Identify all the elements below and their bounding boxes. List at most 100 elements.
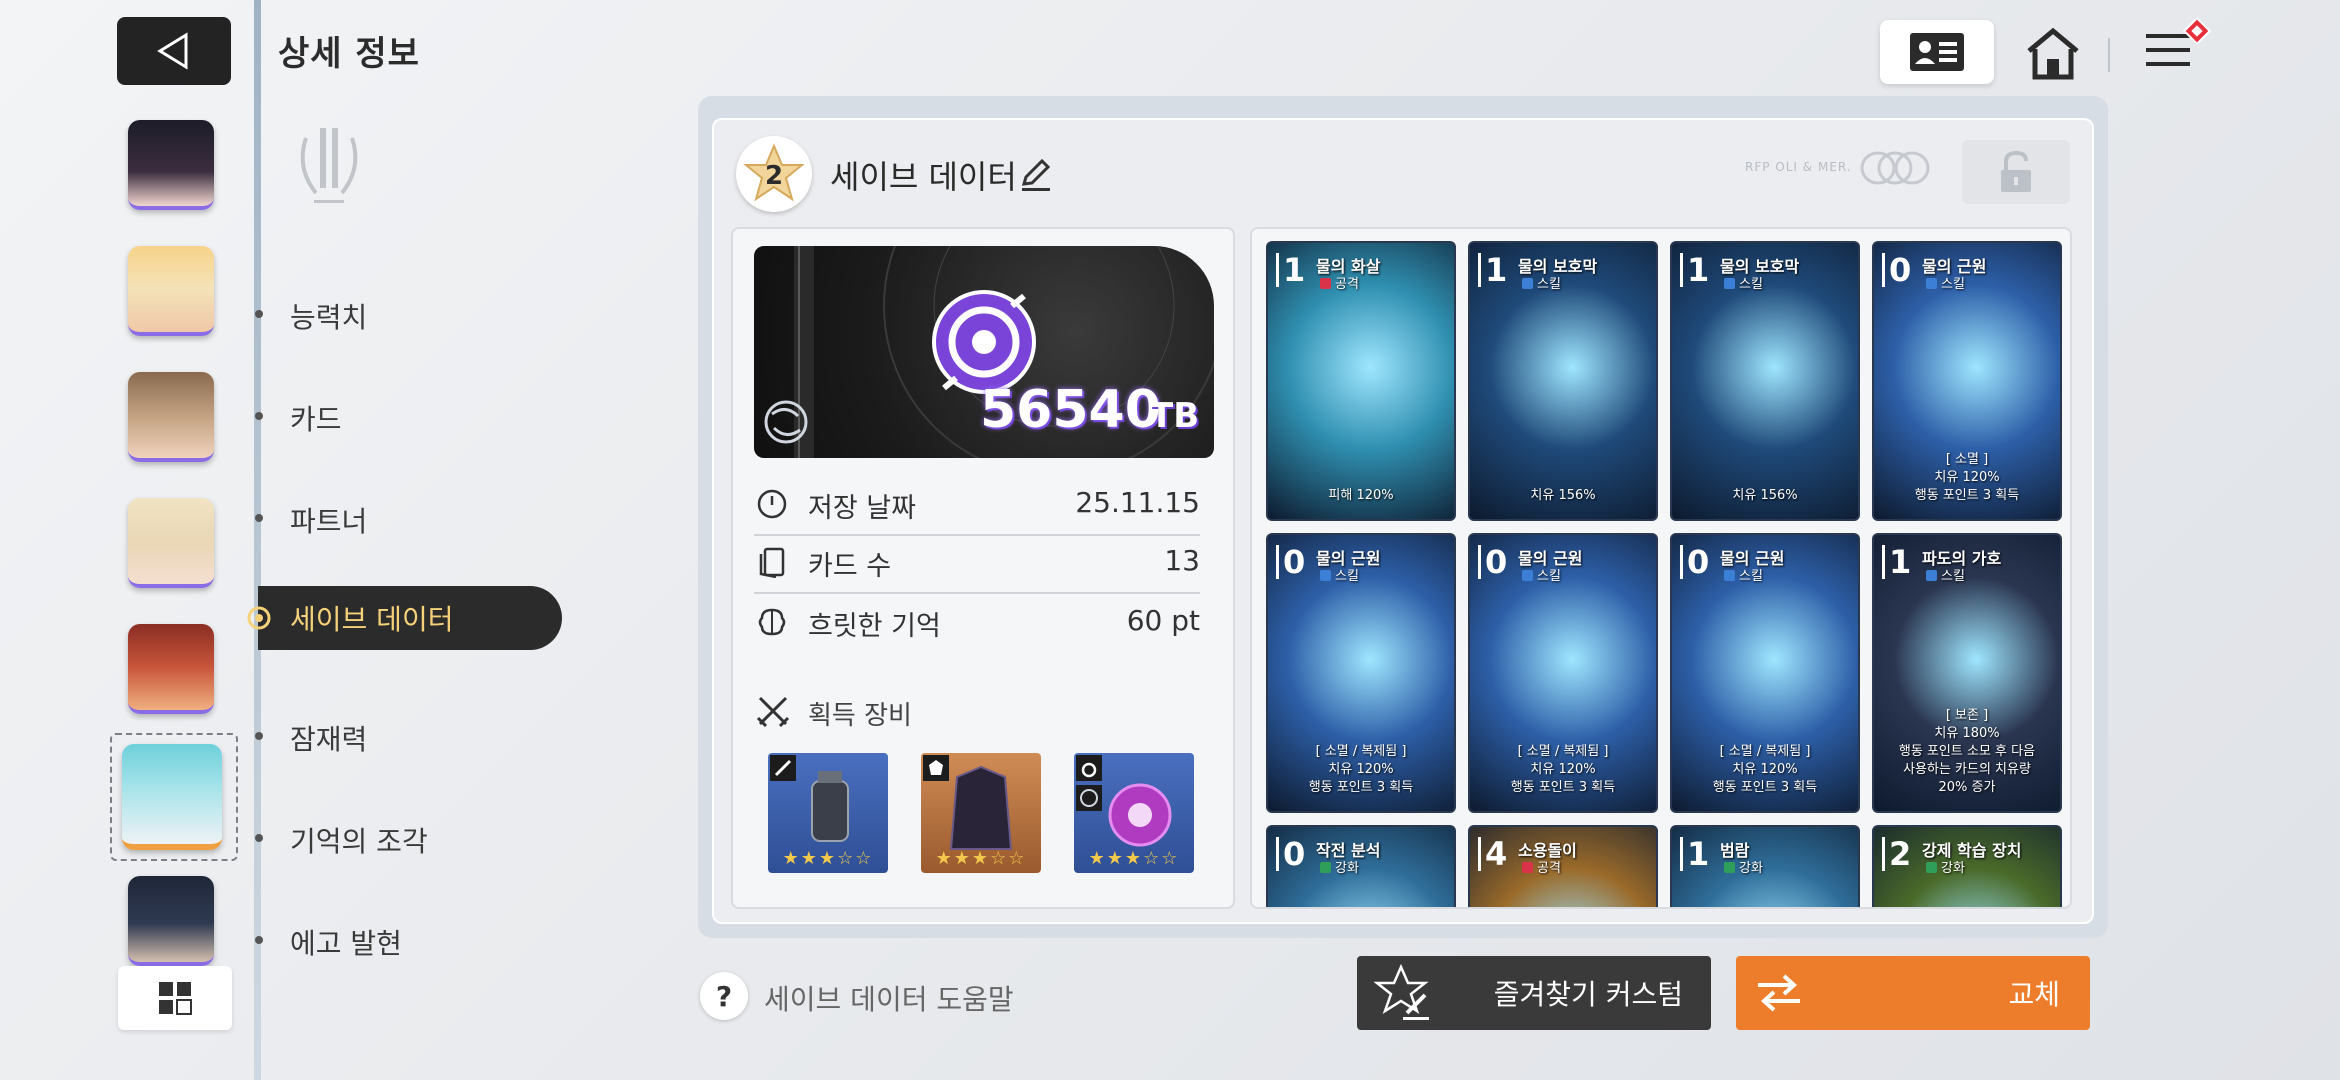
toolbar-separator bbox=[2108, 38, 2110, 72]
deck-card[interactable]: 1 물의 보호막 스킬 치유 156% bbox=[1670, 241, 1860, 521]
back-button[interactable] bbox=[117, 17, 231, 85]
card-type: 공격 bbox=[1522, 857, 1561, 876]
card-description-line: 행동 포인트 3 획득 bbox=[1308, 780, 1414, 795]
deck-card[interactable]: 0 물의 근원 스킬[ 소멸 / 복제됨 ] 치유 120% 행동 포인트 3 획득 bbox=[1266, 533, 1456, 813]
equipment-slot-armor[interactable]: ★★★☆☆ bbox=[921, 753, 1041, 873]
deck-card[interactable]: 1 물의 보호막 스킬 치유 156% bbox=[1468, 241, 1658, 521]
profile-card-button[interactable] bbox=[1880, 20, 1994, 84]
card-description-line: 행동 포인트 3 획득 bbox=[1914, 488, 2020, 503]
card-description-line: [ 소멸 / 복제됨 ] bbox=[1517, 744, 1609, 759]
card-description: 피해 120% bbox=[1268, 487, 1454, 505]
nav-item-stats[interactable]: 능력치 bbox=[290, 296, 367, 336]
deck-card[interactable]: 0 작전 분석 강화 bbox=[1266, 825, 1456, 907]
stat-value: 25.11.15 bbox=[1075, 486, 1200, 519]
card-description-line: 치유 156% bbox=[1732, 488, 1798, 503]
equipment-slot-weapon[interactable]: ★★★☆☆ bbox=[768, 753, 888, 873]
card-cost: 1 bbox=[1680, 837, 1713, 871]
id-card-icon bbox=[1910, 33, 1964, 71]
deck-card[interactable]: 4 소용돌이 공격 bbox=[1468, 825, 1658, 907]
deck-card[interactable]: 1 파도의 가호 스킬[ 보존 ] 치유 180% 행동 포인트 소모 후 다음 사용하는… bbox=[1872, 533, 2062, 813]
character-avatar-3[interactable] bbox=[128, 372, 214, 462]
badge-number: 2 bbox=[765, 161, 783, 191]
nav-dot bbox=[255, 732, 263, 740]
character-avatar-4[interactable] bbox=[128, 498, 214, 588]
menu-button[interactable] bbox=[2138, 14, 2218, 84]
notification-badge-icon bbox=[2182, 16, 2212, 46]
card-description-line: [ 소멸 / 복제됨 ] bbox=[1719, 744, 1811, 759]
nav-item-partner[interactable]: 파트너 bbox=[290, 500, 367, 540]
deck-card[interactable]: 0 물의 근원 스킬[ 소멸 ] 치유 120% 행동 포인트 3 획득 bbox=[1872, 241, 2062, 521]
card-type-icon bbox=[1926, 862, 1937, 873]
save-data-title: 세이브 데이터 bbox=[830, 158, 1017, 196]
card-description: 치유 156% bbox=[1672, 487, 1858, 505]
rail-divider bbox=[254, 0, 261, 1080]
character-avatar-7[interactable] bbox=[128, 876, 214, 966]
tb-value: 56540 bbox=[980, 380, 1161, 440]
card-description-line: 사용하는 카드의 치유량 bbox=[1903, 762, 2031, 777]
brain-icon bbox=[756, 606, 788, 638]
deck-card[interactable]: 1 범람 강화 bbox=[1670, 825, 1860, 907]
rings-icon bbox=[1858, 150, 1932, 186]
nav-item-cards[interactable]: 카드 bbox=[290, 398, 342, 438]
unlock-icon bbox=[2001, 150, 2031, 192]
edit-name-button[interactable] bbox=[1018, 156, 1054, 192]
swap-button[interactable]: 교체 bbox=[1736, 956, 2090, 1030]
card-type-icon bbox=[1724, 570, 1735, 581]
clock-icon bbox=[756, 488, 788, 520]
deck-card[interactable]: 2 강제 학습 장치 강화 bbox=[1872, 825, 2062, 907]
card-cost: 0 bbox=[1478, 545, 1511, 579]
favorite-custom-label: 즐겨찾기 커스텀 bbox=[1493, 978, 1683, 1011]
character-avatar-selected[interactable] bbox=[122, 744, 222, 850]
character-avatar-1[interactable] bbox=[128, 120, 214, 210]
tb-currency-icon bbox=[932, 290, 1036, 394]
card-description-line: 치유 120% bbox=[1328, 762, 1394, 777]
help-link[interactable]: 세이브 데이터 도움말 bbox=[764, 978, 1014, 1018]
nav-item-label: 세이브 데이터 bbox=[290, 603, 454, 636]
nav-item-ego[interactable]: 에고 발현 bbox=[290, 922, 402, 962]
lock-toggle-button[interactable] bbox=[1962, 140, 2070, 204]
star-edit-icon bbox=[1373, 963, 1429, 1020]
card-type: 강화 bbox=[1320, 857, 1359, 876]
card-type: 강화 bbox=[1724, 857, 1763, 876]
equipment-title: 획득 장비 bbox=[808, 701, 912, 731]
card-description-line: 20% 증가 bbox=[1938, 780, 1996, 795]
nav-dot bbox=[255, 514, 263, 522]
card-cost: 0 bbox=[1276, 545, 1309, 579]
favorite-custom-button[interactable]: 즐겨찾기 커스텀 bbox=[1357, 956, 1711, 1030]
card-description-line: [ 소멸 ] bbox=[1945, 452, 1989, 467]
card-type-icon bbox=[1724, 278, 1735, 289]
card-type-icon bbox=[1926, 278, 1937, 289]
card-cost: 0 bbox=[1680, 545, 1713, 579]
home-button[interactable] bbox=[2022, 22, 2084, 84]
character-avatar-5[interactable] bbox=[128, 624, 214, 714]
card-description-line: 행동 포인트 소모 후 다음 bbox=[1898, 744, 2036, 759]
equipment-stars: ★★★☆☆ bbox=[935, 848, 1027, 869]
deck-card[interactable]: 1 물의 화살 공격 피해 120% bbox=[1266, 241, 1456, 521]
card-type-icon bbox=[1522, 278, 1533, 289]
card-cost: 1 bbox=[1276, 253, 1309, 287]
laurel-emblem bbox=[286, 118, 372, 210]
card-description: [ 소멸 / 복제됨 ] 치유 120% 행동 포인트 3 획득 bbox=[1672, 743, 1858, 797]
home-icon bbox=[2027, 27, 2079, 80]
card-type: 공격 bbox=[1320, 273, 1359, 292]
card-description: [ 소멸 ] 치유 120% 행동 포인트 3 획득 bbox=[1874, 451, 2060, 505]
card-description-line: [ 소멸 / 복제됨 ] bbox=[1315, 744, 1407, 759]
nav-dot bbox=[255, 834, 263, 842]
help-icon[interactable]: ? bbox=[700, 972, 748, 1020]
deck-card[interactable]: 0 물의 근원 스킬[ 소멸 / 복제됨 ] 치유 120% 행동 포인트 3 획득 bbox=[1468, 533, 1658, 813]
card-type-icon bbox=[1926, 570, 1937, 581]
card-cost: 2 bbox=[1882, 837, 1915, 871]
card-type-icon bbox=[1522, 570, 1533, 581]
decorative-text: RFP OLI & MER. bbox=[1745, 160, 1852, 174]
equipment-slot-accessory[interactable]: ★★★☆☆ bbox=[1074, 753, 1194, 873]
card-type: 강화 bbox=[1926, 857, 1965, 876]
character-avatar-2[interactable] bbox=[128, 246, 214, 336]
grid-view-button[interactable] bbox=[118, 966, 232, 1030]
hamburger-menu-icon bbox=[2146, 16, 2212, 66]
nav-item-memory-fragment[interactable]: 기억의 조각 bbox=[290, 820, 428, 860]
nav-item-potential[interactable]: 잠재력 bbox=[290, 718, 367, 758]
deck-card[interactable]: 0 물의 근원 스킬[ 소멸 / 복제됨 ] 치유 120% 행동 포인트 3 획득 bbox=[1670, 533, 1860, 813]
card-type-icon bbox=[1724, 862, 1735, 873]
nav-item-save-data[interactable]: 세이브 데이터 bbox=[247, 586, 562, 650]
back-arrow-icon bbox=[157, 32, 188, 70]
